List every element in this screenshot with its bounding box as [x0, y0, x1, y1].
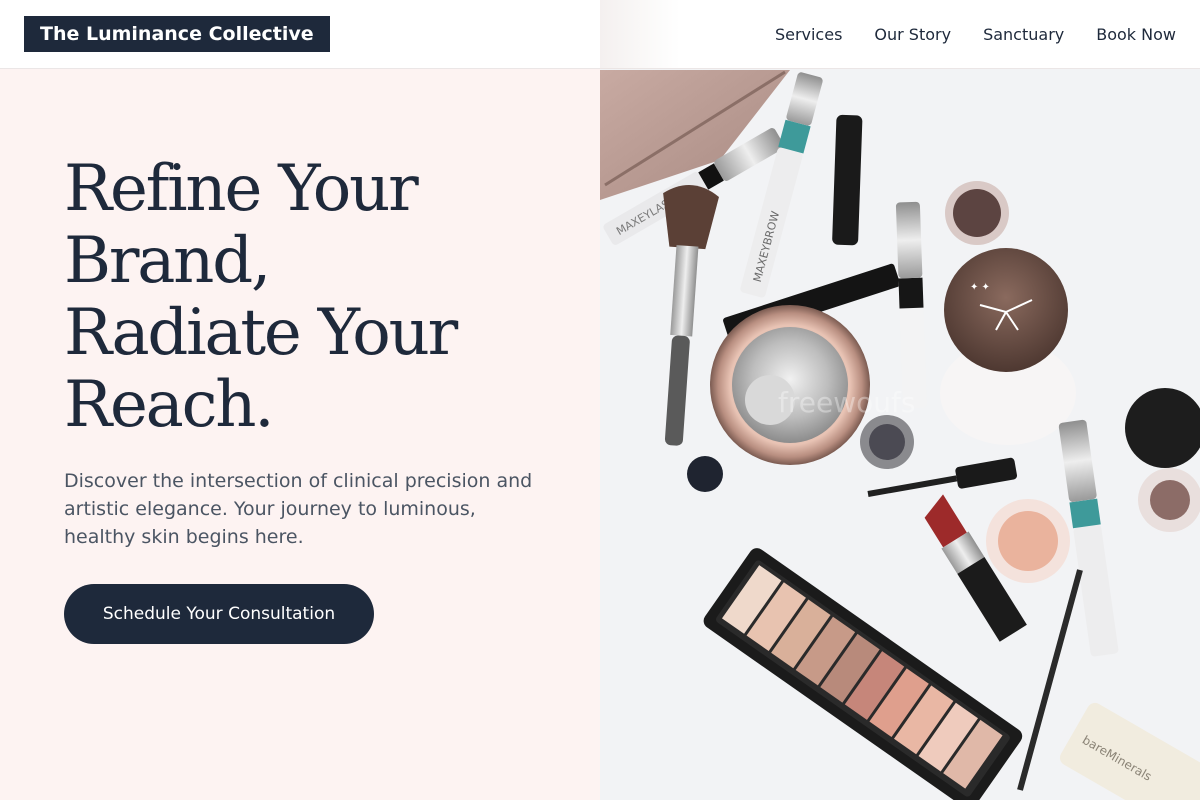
brush-handle — [664, 335, 690, 446]
star-decoration: ✦ ✦ — [970, 282, 990, 293]
brand-logo[interactable]: The Luminance Collective — [24, 16, 330, 52]
hero-text-panel: Refine Your Brand, Radiate Your Reach. D… — [0, 69, 600, 800]
small-black-cap — [687, 456, 723, 492]
eyeshadow-pot-top-pigment — [953, 189, 1001, 237]
blush-pot-right-pigment — [1150, 480, 1190, 520]
header-image-fade — [600, 0, 680, 69]
nav-link-services[interactable]: Services — [775, 25, 842, 44]
nav-link-sanctuary[interactable]: Sanctuary — [983, 25, 1064, 44]
image-watermark: freewoufs — [778, 386, 915, 419]
lash-tube-vertical-cap — [895, 201, 923, 279]
powder-tin-lid — [944, 248, 1068, 372]
round-compact — [710, 305, 870, 465]
cream-tube-body — [1059, 702, 1200, 800]
schedule-consultation-button[interactable]: Schedule Your Consultation — [64, 584, 374, 644]
lash-tube-vertical-band — [898, 277, 924, 309]
main-nav: Services Our Story Sanctuary Book Now — [775, 0, 1176, 68]
mascara-wand-cap — [955, 457, 1017, 489]
black-jar — [1125, 388, 1200, 468]
brow-tube-right-cap — [1058, 419, 1097, 502]
makeup-products-image: MAXEYLASH MAXEYBROW ✦ ✦ bareMinerals fre… — [600, 0, 1200, 800]
makeup-illustration: MAXEYLASH MAXEYBROW ✦ ✦ bareMinerals fre… — [600, 70, 1200, 800]
eyeliner-body — [832, 114, 863, 246]
lash-tube-vertical — [895, 201, 927, 409]
brow-tube-right-body — [1073, 524, 1119, 657]
nav-link-our-story[interactable]: Our Story — [874, 25, 951, 44]
nav-link-book-now[interactable]: Book Now — [1096, 25, 1176, 44]
brow-tube-right-band — [1069, 498, 1101, 529]
makeup-brush — [663, 184, 719, 446]
hero-subtitle: Discover the intersection of clinical pr… — [64, 470, 533, 548]
hero-title: Refine Your Brand, Radiate Your Reach. — [64, 152, 458, 442]
mascara-wand-stick — [867, 475, 958, 497]
powder-tin: ✦ ✦ — [940, 248, 1076, 445]
black-eyeliner — [832, 114, 863, 246]
brow-tube-cap — [786, 72, 823, 126]
cream-tube: bareMinerals — [1059, 702, 1200, 800]
brush-ferrule — [670, 245, 699, 337]
peach-pot-pigment — [998, 511, 1058, 571]
brush-bristles — [663, 184, 719, 250]
eyeshadow-pot-middle-pigment — [869, 424, 905, 460]
